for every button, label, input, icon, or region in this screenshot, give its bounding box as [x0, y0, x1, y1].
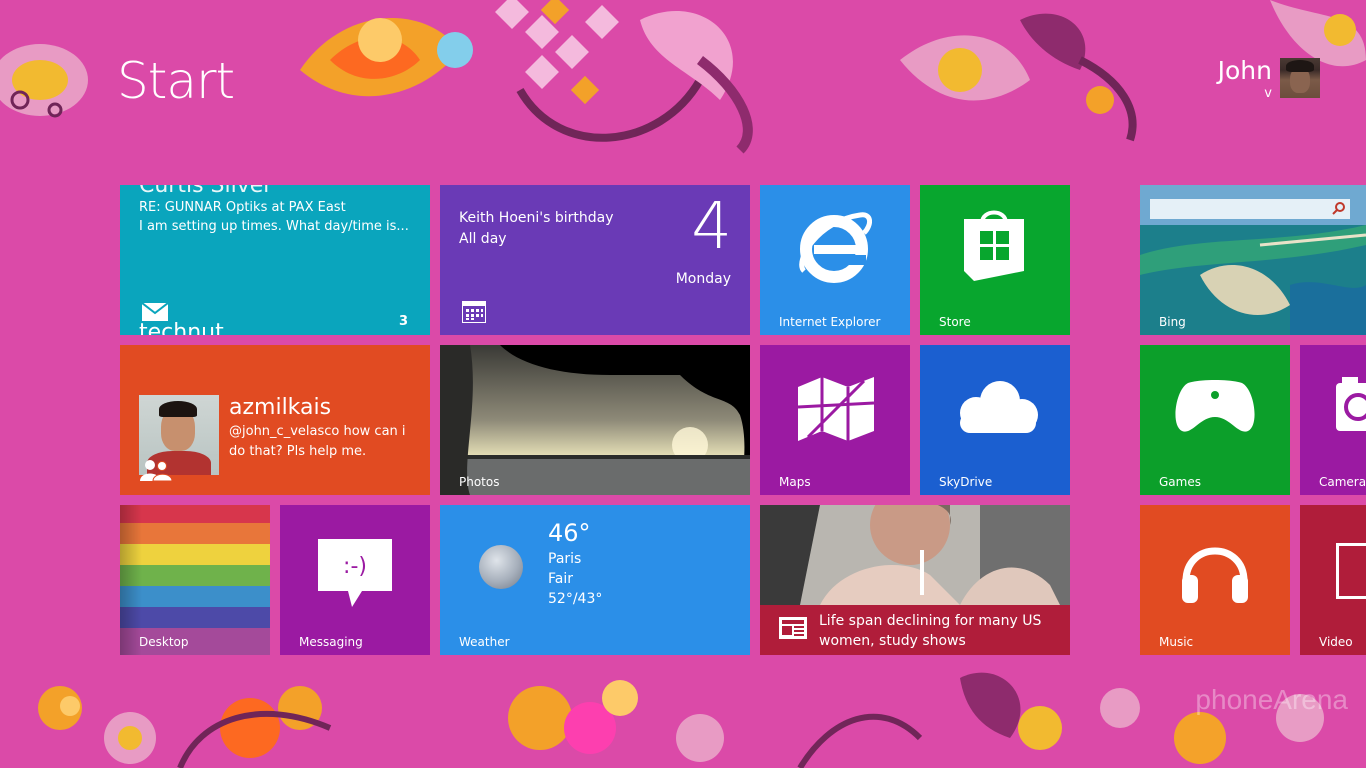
tile-games[interactable]: Games	[1140, 345, 1290, 495]
photos-preview-image	[440, 345, 750, 495]
wallpaper-bottom-decoration	[38, 672, 1324, 768]
weather-temperature: 46°	[548, 519, 591, 547]
tile-label: Maps	[779, 475, 811, 489]
tile-desktop[interactable]: Desktop	[120, 505, 270, 655]
news-headline-bar: Life span declining for many US women, s…	[760, 605, 1070, 655]
messaging-icon: :-)	[318, 539, 392, 607]
skydrive-icon	[960, 381, 1038, 433]
camera-icon	[1336, 377, 1366, 431]
calendar-icon	[462, 301, 486, 323]
user-name: John	[1217, 56, 1272, 85]
news-icon	[779, 617, 807, 639]
tile-bing[interactable]: Bing	[1140, 185, 1366, 335]
svg-text::-): :-)	[343, 554, 367, 579]
internet-explorer-icon	[799, 212, 872, 283]
mail-preview: I am setting up times. What day/time is.…	[139, 219, 409, 234]
weather-high-low: 52°/43°	[548, 591, 603, 607]
search-icon	[1332, 202, 1345, 215]
video-icon	[1336, 543, 1366, 599]
news-headline: Life span declining for many US women, s…	[819, 613, 1042, 649]
tile-label: Weather	[459, 635, 510, 649]
user-account[interactable]: John v	[1218, 58, 1320, 100]
weather-city: Paris	[548, 551, 582, 567]
tile-skydrive[interactable]: SkyDrive	[920, 345, 1070, 495]
tile-label: Camera	[1319, 475, 1366, 489]
tile-news[interactable]: Life span declining for many US women, s…	[760, 505, 1070, 655]
mail-subject: RE: GUNNAR Optiks at PAX East	[139, 200, 346, 215]
tile-video[interactable]: Video	[1300, 505, 1366, 655]
calendar-event: Keith Hoeni's birthday	[459, 210, 614, 226]
mail-sender: Curtis Silver	[139, 185, 273, 198]
tile-label: Photos	[459, 475, 500, 489]
tile-label: Games	[1159, 475, 1201, 489]
people-icon	[140, 460, 172, 481]
mail-unread-count: 3	[398, 314, 408, 329]
weather-condition: Fair	[548, 571, 573, 587]
tile-label: Video	[1319, 635, 1353, 649]
user-subtitle: v	[1264, 86, 1272, 101]
tile-messaging[interactable]: :-) Messaging	[280, 505, 430, 655]
tile-calendar[interactable]: Keith Hoeni's birthday All day 4 Monday	[440, 185, 750, 335]
tile-label: Bing	[1159, 315, 1186, 329]
tile-internet-explorer[interactable]: Internet Explorer	[760, 185, 910, 335]
contact-name: azmilkais	[229, 395, 332, 420]
tile-store[interactable]: Store	[920, 185, 1070, 335]
contact-message: @john_c_velasco how can i do that? Pls h…	[229, 424, 406, 459]
desktop-wallpaper-preview	[120, 505, 270, 655]
mail-account: technut	[139, 320, 224, 335]
news-preview-image	[760, 505, 1070, 605]
tile-label: Music	[1159, 635, 1194, 649]
moon-icon	[479, 545, 523, 589]
tile-label: Messaging	[299, 635, 363, 649]
tile-photos[interactable]: Photos	[440, 345, 750, 495]
tile-weather[interactable]: 46° Paris Fair 52°/43° Weather	[440, 505, 750, 655]
tile-label: Desktop	[139, 635, 189, 649]
mail-icon	[142, 303, 168, 321]
watermark-logo: phoneArena	[1195, 684, 1348, 715]
page-title: Start	[117, 52, 235, 110]
bing-search-box[interactable]	[1150, 199, 1350, 219]
tile-mail[interactable]: Curtis Silver RE: GUNNAR Optiks at PAX E…	[120, 185, 430, 335]
tile-label: SkyDrive	[939, 475, 993, 489]
tile-camera[interactable]: Camera	[1300, 345, 1366, 495]
store-icon	[964, 210, 1024, 281]
calendar-event-time: All day	[459, 231, 507, 247]
tile-maps[interactable]: Maps	[760, 345, 910, 495]
tile-label: Internet Explorer	[779, 315, 881, 329]
tile-music[interactable]: Music	[1140, 505, 1290, 655]
games-controller-icon	[1175, 380, 1255, 432]
tile-people[interactable]: azmilkais @john_c_velasco how can i do t…	[120, 345, 430, 495]
calendar-day-name: Monday	[675, 271, 731, 287]
maps-icon	[798, 377, 874, 441]
calendar-day-number: 4	[691, 190, 732, 264]
avatar	[1280, 58, 1320, 98]
headphones-icon	[1182, 547, 1248, 603]
tile-label: Store	[939, 315, 971, 329]
